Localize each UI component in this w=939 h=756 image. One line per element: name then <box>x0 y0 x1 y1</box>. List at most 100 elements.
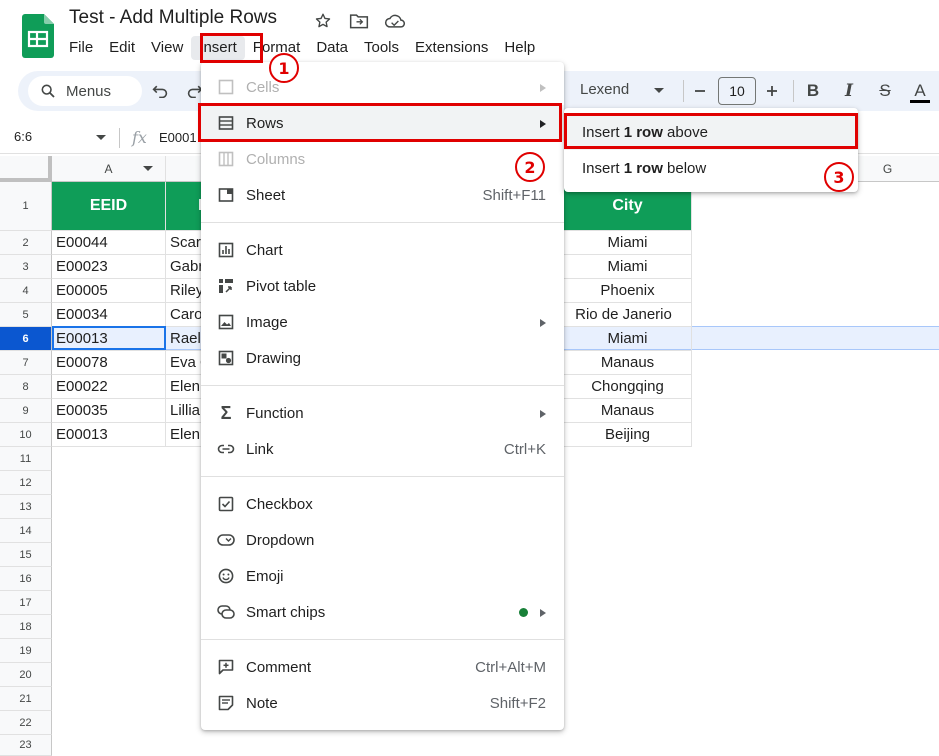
row-header[interactable]: 12 <box>0 471 52 495</box>
row-header[interactable]: 1 <box>0 182 52 231</box>
menu-item-emoji[interactable]: Emoji <box>201 558 564 594</box>
name-cell[interactable]: Elen <box>166 423 202 447</box>
insert-row-below-item[interactable]: Insert 1 row below <box>564 150 858 186</box>
column-header-a[interactable]: A <box>52 156 166 181</box>
move-folder-icon[interactable] <box>348 10 370 32</box>
menu-insert[interactable]: Insert <box>191 36 245 60</box>
name-cell[interactable]: Eva C <box>166 351 202 375</box>
header-cell-eeid[interactable]: EEID <box>52 182 166 231</box>
city-cell[interactable]: Manaus <box>564 351 692 375</box>
bold-button[interactable]: B <box>803 81 823 101</box>
row-header[interactable]: 21 <box>0 687 52 711</box>
city-cell[interactable]: Miami <box>564 327 692 351</box>
menu-view[interactable]: View <box>143 36 191 60</box>
font-size-input[interactable]: 10 <box>718 77 756 105</box>
name-box[interactable]: 6:6 <box>14 129 32 144</box>
increase-font-size-button[interactable] <box>762 81 782 101</box>
name-cell[interactable]: Rael <box>166 327 202 351</box>
name-cell[interactable]: Scar <box>166 231 202 255</box>
row-header[interactable]: 9 <box>0 399 52 423</box>
menu-item-comment[interactable]: Comment Ctrl+Alt+M <box>201 649 564 685</box>
menu-item-rows[interactable]: Rows <box>201 105 564 141</box>
row-header[interactable]: 11 <box>0 447 52 471</box>
row-header[interactable]: 13 <box>0 495 52 519</box>
italic-button[interactable]: I <box>839 81 859 101</box>
row-header[interactable]: 2 <box>0 231 52 255</box>
font-family-select[interactable]: Lexend <box>580 81 629 98</box>
menu-help[interactable]: Help <box>496 36 543 60</box>
column-menu-icon[interactable] <box>143 166 153 171</box>
city-cell[interactable]: Phoenix <box>564 279 692 303</box>
menu-item-function[interactable]: Σ Function <box>201 395 564 431</box>
city-cell[interactable]: Rio de Janerio <box>556 303 692 327</box>
header-cell-name[interactable]: F <box>166 182 202 231</box>
city-cell[interactable]: Miami <box>564 231 692 255</box>
undo-icon[interactable] <box>150 81 170 101</box>
row-header[interactable]: 5 <box>0 303 52 327</box>
row-header[interactable]: 22 <box>0 711 52 735</box>
row-header[interactable]: 3 <box>0 255 52 279</box>
text-color-button[interactable]: A <box>910 81 930 103</box>
eeid-cell[interactable]: E00023 <box>52 255 166 279</box>
city-cell[interactable]: Chongqing <box>564 375 692 399</box>
row-header[interactable]: 18 <box>0 615 52 639</box>
menu-item-checkbox[interactable]: Checkbox <box>201 486 564 522</box>
name-cell[interactable]: Elen <box>166 375 202 399</box>
row-header[interactable]: 7 <box>0 351 52 375</box>
menu-item-cells[interactable]: Cells <box>201 69 564 105</box>
eeid-cell[interactable]: E00022 <box>52 375 166 399</box>
menu-item-image[interactable]: Image <box>201 304 564 340</box>
row-header-selected[interactable]: 6 <box>0 327 52 351</box>
name-cell[interactable]: Lillia <box>166 399 202 423</box>
name-cell[interactable]: Riley <box>166 279 202 303</box>
row-header[interactable]: 23 <box>0 735 52 756</box>
eeid-cell[interactable]: E00034 <box>52 303 166 327</box>
menu-item-smart-chips[interactable]: Smart chips <box>201 594 564 630</box>
eeid-cell[interactable]: E00005 <box>52 279 166 303</box>
insert-row-above-item[interactable]: Insert 1 row above <box>564 114 858 150</box>
eeid-cell[interactable]: E00078 <box>52 351 166 375</box>
eeid-cell[interactable]: E00044 <box>52 231 166 255</box>
menu-item-note[interactable]: Note Shift+F2 <box>201 685 564 721</box>
city-cell[interactable]: Beijing <box>564 423 692 447</box>
row-header[interactable]: 20 <box>0 663 52 687</box>
search-menus-button[interactable]: Menus <box>28 76 142 106</box>
dropdown-chip-icon <box>217 531 235 549</box>
name-cell[interactable]: Gabr <box>166 255 202 279</box>
menu-data[interactable]: Data <box>308 36 356 60</box>
menu-item-pivot-table[interactable]: Pivot table <box>201 268 564 304</box>
row-header[interactable]: 8 <box>0 375 52 399</box>
name-box-caret-icon[interactable] <box>96 135 106 140</box>
menu-item-columns[interactable]: Columns <box>201 141 564 177</box>
row-header[interactable]: 19 <box>0 639 52 663</box>
document-title[interactable]: Test - Add Multiple Rows <box>69 7 277 29</box>
row-header[interactable]: 16 <box>0 567 52 591</box>
menu-extensions[interactable]: Extensions <box>407 36 496 60</box>
select-all-corner[interactable] <box>0 156 52 182</box>
menu-file[interactable]: File <box>61 36 101 60</box>
column-header-b[interactable] <box>166 156 202 181</box>
star-icon[interactable] <box>312 10 334 32</box>
strikethrough-button[interactable]: S <box>875 81 895 101</box>
formula-input[interactable]: E0001 <box>159 130 197 145</box>
cloud-saved-icon[interactable] <box>384 10 406 32</box>
row-header[interactable]: 14 <box>0 519 52 543</box>
decrease-font-size-button[interactable] <box>690 81 710 101</box>
menu-tools[interactable]: Tools <box>356 36 407 60</box>
city-cell[interactable]: Manaus <box>564 399 692 423</box>
menu-item-link[interactable]: Link Ctrl+K <box>201 431 564 467</box>
name-cell[interactable]: Caro <box>166 303 202 327</box>
row-header[interactable]: 4 <box>0 279 52 303</box>
sheets-logo[interactable] <box>22 14 54 58</box>
row-header[interactable]: 17 <box>0 591 52 615</box>
city-cell[interactable]: Miami <box>564 255 692 279</box>
row-header[interactable]: 15 <box>0 543 52 567</box>
row-header[interactable]: 10 <box>0 423 52 447</box>
eeid-cell[interactable]: E00035 <box>52 399 166 423</box>
eeid-cell[interactable]: E00013 <box>52 423 166 447</box>
menu-item-sheet[interactable]: Sheet Shift+F11 <box>201 177 564 213</box>
menu-item-dropdown[interactable]: Dropdown <box>201 522 564 558</box>
menu-item-drawing[interactable]: Drawing <box>201 340 564 376</box>
menu-item-chart[interactable]: Chart <box>201 232 564 268</box>
menu-edit[interactable]: Edit <box>101 36 143 60</box>
